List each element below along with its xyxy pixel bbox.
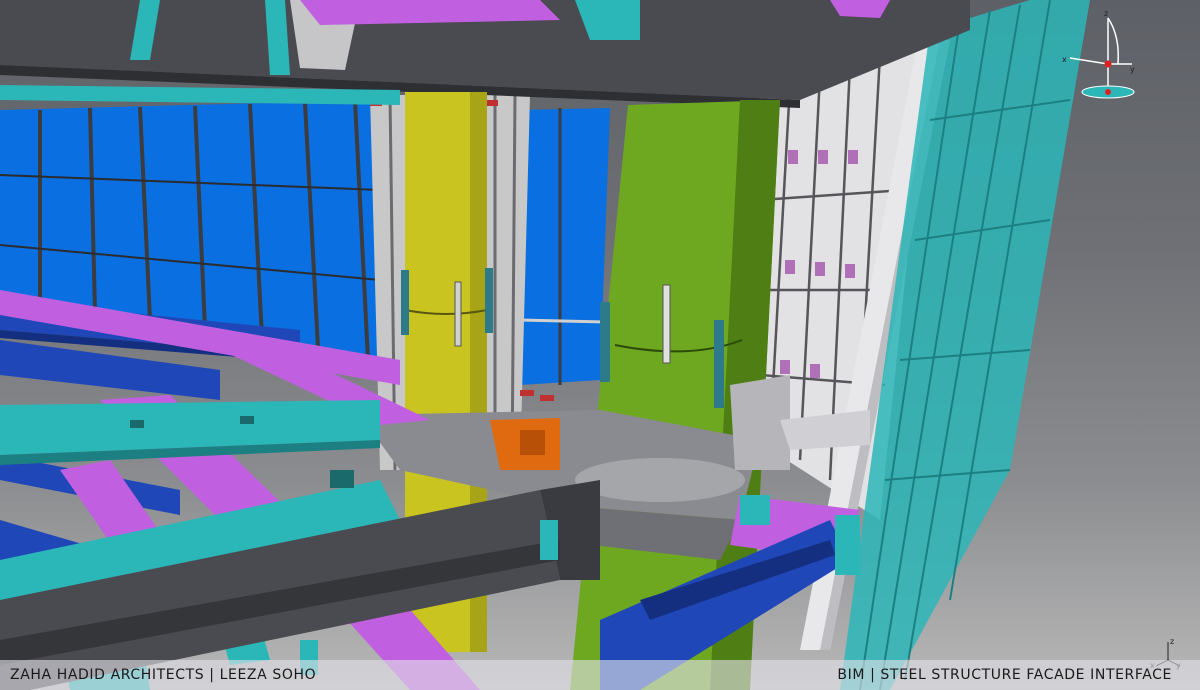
compass-z-label: z xyxy=(1104,9,1108,18)
compass-arc xyxy=(1107,17,1120,65)
caption-right: BIM | STEEL STRUCTURE FACADE INTERFACE xyxy=(837,667,1172,683)
compass-x-label: x xyxy=(1062,55,1067,64)
curtain-wall-glass-center xyxy=(519,108,610,385)
gusset-orange xyxy=(490,418,560,470)
compass-x-axis xyxy=(1069,57,1109,65)
compass-y-label: y xyxy=(1130,65,1135,74)
mini-z-label: z xyxy=(1170,637,1174,646)
compass-plane-dot xyxy=(1105,89,1111,95)
compass-center-dot xyxy=(1104,60,1112,68)
bim-3d-viewport[interactable]: z x y z x y ZAHA HADID ARCHITECTS | LEEZ… xyxy=(0,0,1200,690)
caption-left: ZAHA HADID ARCHITECTS | LEEZA SOHO xyxy=(10,667,317,683)
view-orientation-compass[interactable]: z x y xyxy=(1060,6,1138,102)
steel-structure-model[interactable] xyxy=(0,0,1200,690)
caption-bar: ZAHA HADID ARCHITECTS | LEEZA SOHO BIM |… xyxy=(0,660,1200,690)
